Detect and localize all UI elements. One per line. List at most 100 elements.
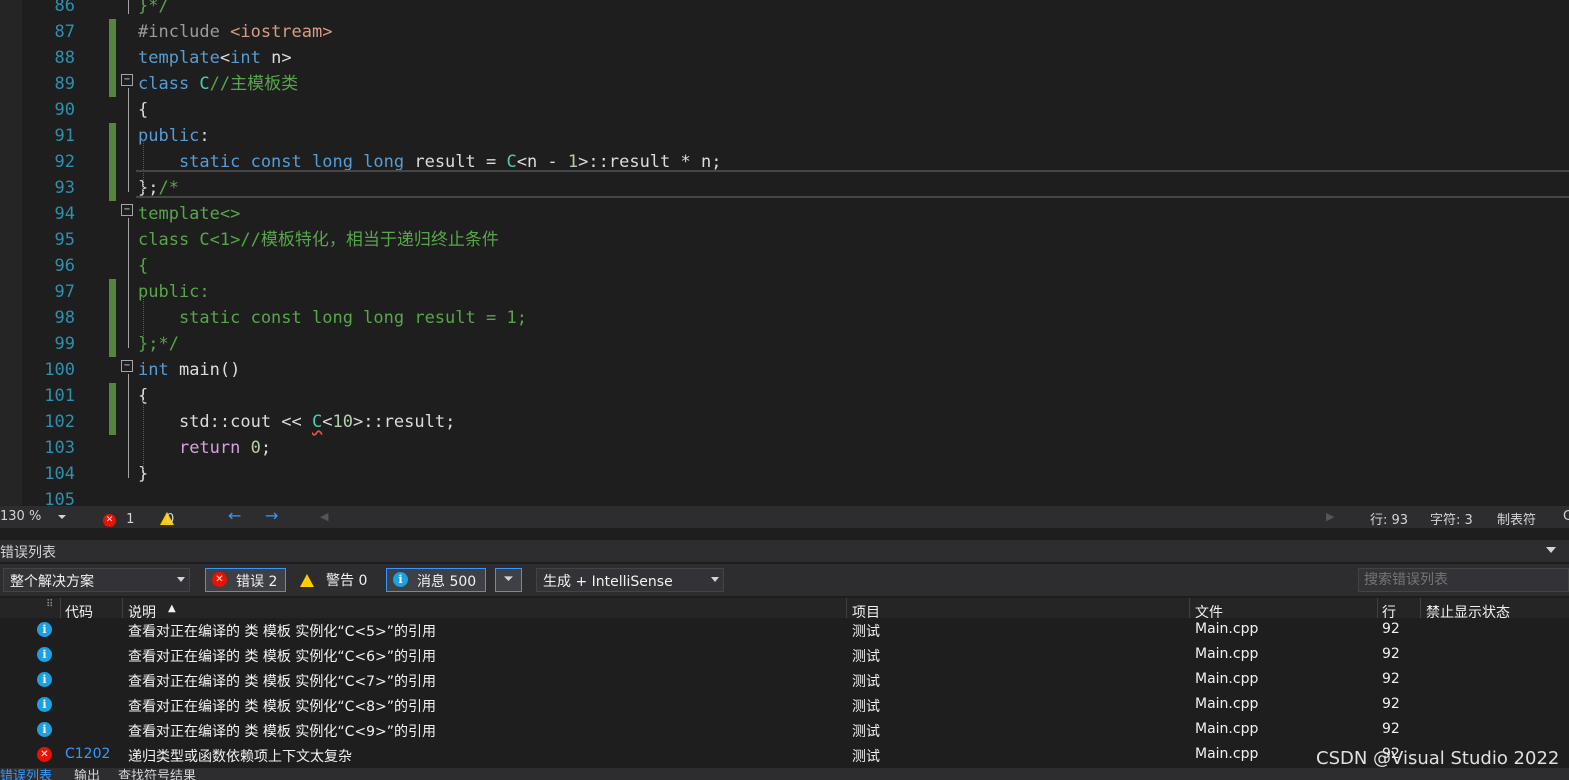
code-line[interactable]: 97 public:: [0, 279, 1569, 305]
tab-output[interactable]: 输出: [74, 768, 100, 780]
table-row[interactable]: i 查看对正在编译的 类 模板 实例化“C<9>”的引用 测试 Main.cpp 92: [0, 718, 1569, 743]
code-line[interactable]: 98 static const long long result = 1;: [0, 305, 1569, 331]
cell-file: Main.cpp: [1195, 746, 1259, 762]
messages-filter-button[interactable]: i 消息 500: [386, 568, 486, 592]
code-token: <: [322, 412, 333, 432]
block-guide: [128, 0, 129, 14]
info-icon: i: [37, 697, 52, 712]
code-text[interactable]: #include <iostream>: [138, 19, 332, 45]
code-text[interactable]: };*/: [138, 331, 179, 357]
column-chooser-icon[interactable]: ⠿: [46, 599, 53, 610]
code-line[interactable]: 100 int main(): [0, 357, 1569, 383]
code-text[interactable]: int main(): [138, 357, 240, 383]
code-token: {: [138, 256, 149, 276]
forward-arrow-icon[interactable]: →: [265, 506, 278, 525]
change-marker: [109, 409, 116, 435]
panel-menu-icon[interactable]: [1546, 547, 1556, 553]
cell-file: Main.cpp: [1195, 696, 1259, 712]
cell-code[interactable]: C1202: [65, 746, 110, 762]
errors-filter-button[interactable]: ✕ 错误 2: [205, 568, 286, 592]
code-line[interactable]: 104}: [0, 461, 1569, 487]
zoom-dropdown-icon[interactable]: [58, 515, 66, 519]
code-line[interactable]: 95 class C<1>//模板特化，相当于递归终止条件: [0, 227, 1569, 253]
code-line[interactable]: 103 return 0;: [0, 435, 1569, 461]
filter-icon[interactable]: ⏷: [495, 568, 522, 592]
tab-error-list[interactable]: 错误列表: [0, 768, 52, 780]
info-icon: i: [37, 647, 52, 662]
code-line[interactable]: 102 std::cout << C<10>::result;: [0, 409, 1569, 435]
zoom-level[interactable]: 130 %: [0, 509, 41, 524]
line-number: 105: [44, 490, 75, 506]
table-row[interactable]: i 查看对正在编译的 类 模板 实例化“C<8>”的引用 测试 Main.cpp 92: [0, 693, 1569, 718]
code-line[interactable]: 99 };*/: [0, 331, 1569, 357]
change-marker: [109, 45, 116, 71]
code-line[interactable]: 89 class C//主模板类: [0, 71, 1569, 97]
code-line[interactable]: 101{: [0, 383, 1569, 409]
cell-file: Main.cpp: [1195, 621, 1259, 637]
line-number: 90: [54, 100, 75, 120]
line-number: 99: [54, 334, 75, 354]
cell-project: 测试: [852, 674, 880, 690]
line-number: 102: [44, 412, 75, 432]
tabs-indicator[interactable]: 制表符: [1497, 509, 1536, 528]
warnings-filter-button[interactable]: 警告 0: [298, 570, 367, 594]
cell-project: 测试: [852, 724, 880, 740]
line-number: 89: [54, 74, 75, 94]
scroll-left-icon[interactable]: ◀: [320, 510, 328, 523]
table-row[interactable]: i 查看对正在编译的 类 模板 实例化“C<6>”的引用 测试 Main.cpp 92: [0, 643, 1569, 668]
code-text[interactable]: return 0;: [138, 435, 271, 461]
error-count[interactable]: ✕ 1: [103, 509, 134, 527]
code-line[interactable]: 105: [0, 487, 1569, 506]
code-token: C: [506, 152, 517, 172]
code-text[interactable]: static const long long result = 1;: [138, 305, 527, 331]
code-text[interactable]: }*/: [138, 0, 169, 19]
code-token: int: [230, 48, 261, 68]
code-text[interactable]: template<>: [138, 201, 240, 227]
line-indicator[interactable]: 行: 93: [1370, 509, 1408, 528]
code-line[interactable]: 86}*/: [0, 0, 1569, 19]
code-line[interactable]: 91 public:: [0, 123, 1569, 149]
warning-icon: [300, 574, 314, 587]
change-marker: [109, 279, 116, 305]
code-token: <iostream>: [230, 22, 333, 42]
table-row[interactable]: i 查看对正在编译的 类 模板 实例化“C<5>”的引用 测试 Main.cpp 92: [0, 618, 1569, 643]
code-text[interactable]: public:: [138, 279, 210, 305]
code-text[interactable]: {: [138, 97, 148, 123]
info-icon: i: [393, 572, 408, 587]
code-editor[interactable]: 86}*/87 #include <iostream> 88 template<int…: [0, 0, 1569, 506]
code-token: #include: [138, 22, 231, 42]
search-input[interactable]: [1358, 568, 1569, 592]
code-line[interactable]: 87 #include <iostream>: [0, 19, 1569, 45]
editor-status-bar: 130 % ✕ 1 0 ← → ◀ ▶ 行: 93 字符: 3 制表符 C: [0, 506, 1569, 528]
code-text[interactable]: std::cout << C<10>::result;: [138, 409, 455, 435]
char-indicator[interactable]: 字符: 3: [1430, 509, 1473, 528]
code-line[interactable]: 88 template<int n>: [0, 45, 1569, 71]
table-row[interactable]: i 查看对正在编译的 类 模板 实例化“C<7>”的引用 测试 Main.cpp 92: [0, 668, 1569, 693]
cell-project: 测试: [852, 749, 880, 765]
code-token: std::cout <<: [138, 412, 312, 432]
code-line[interactable]: 94 template<>: [0, 201, 1569, 227]
code-text[interactable]: class C//主模板类: [138, 71, 298, 97]
code-text[interactable]: class C<1>//模板特化，相当于递归终止条件: [138, 227, 499, 253]
code-line[interactable]: 96 {: [0, 253, 1569, 279]
code-text[interactable]: {: [138, 253, 148, 279]
back-arrow-icon[interactable]: ←: [228, 506, 241, 525]
line-number: 87: [54, 22, 75, 42]
code-text[interactable]: public:: [138, 123, 210, 149]
scroll-right-icon[interactable]: ▶: [1326, 510, 1334, 523]
line-number: 95: [54, 230, 75, 250]
scope-dropdown[interactable]: 整个解决方案: [3, 568, 190, 592]
collapse-icon[interactable]: −: [121, 74, 133, 86]
collapse-icon[interactable]: −: [121, 204, 133, 216]
warning-count-value: 0: [166, 512, 175, 527]
warning-count[interactable]: 0: [160, 509, 175, 527]
cell-file: Main.cpp: [1195, 671, 1259, 687]
collapse-icon[interactable]: −: [121, 360, 133, 372]
bottom-panel-tabs: 错误列表 输出 查找符号结果: [0, 768, 1569, 780]
code-text[interactable]: template<int n>: [138, 45, 292, 71]
tab-find-symbol-results[interactable]: 查找符号结果: [118, 768, 196, 780]
code-line[interactable]: 90 {: [0, 97, 1569, 123]
build-filter-dropdown[interactable]: 生成 + IntelliSense: [536, 568, 724, 592]
error-list-rows[interactable]: i 查看对正在编译的 类 模板 实例化“C<5>”的引用 测试 Main.cpp 92 i…: [0, 618, 1569, 768]
cell-file: Main.cpp: [1195, 721, 1259, 737]
